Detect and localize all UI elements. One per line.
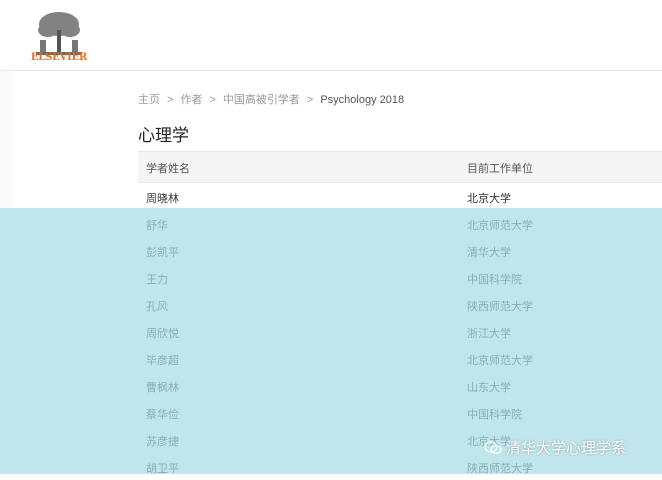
scholar-name[interactable]: 彭凯平 xyxy=(146,244,179,260)
column-header-name: 学者姓名 xyxy=(146,162,190,175)
breadcrumb-current: Psychology 2018 xyxy=(320,94,405,106)
scholar-affiliation: 浙江大学 xyxy=(467,327,511,340)
scholar-name[interactable]: 舒华 xyxy=(146,217,168,233)
scholar-name[interactable]: 毕彦超 xyxy=(146,352,179,368)
column-header-affiliation: 目前工作单位 xyxy=(467,162,533,175)
watermark-text: 清华大学心理学系 xyxy=(506,439,627,457)
breadcrumb-authors[interactable]: 作者 xyxy=(180,94,202,106)
breadcrumb-home[interactable]: 主页 xyxy=(138,94,160,106)
scholar-affiliation: 中国科学院 xyxy=(467,273,522,286)
scholar-affiliation: 清华大学 xyxy=(467,246,511,259)
scholar-affiliation: 北京大学 xyxy=(467,192,511,205)
breadcrumb-highly-cited[interactable]: 中国高被引学者 xyxy=(223,94,300,106)
breadcrumb-separator: > xyxy=(167,94,174,106)
site-header: ELSEVIER xyxy=(0,0,662,71)
breadcrumb-separator: > xyxy=(306,94,314,106)
wechat-icon xyxy=(484,441,502,455)
scholar-affiliation: 北京师范大学 xyxy=(467,219,533,232)
table-header: 学者姓名 目前工作单位 xyxy=(138,151,662,183)
scholar-affiliation: 中国科学院 xyxy=(467,408,522,421)
breadcrumb: 主页 > 作者 > 中国高被引学者 > Psychology 2018 xyxy=(138,91,404,107)
scholar-name[interactable]: 王力 xyxy=(146,271,168,287)
table-row: 蔡华俭 中国科学院 xyxy=(138,399,662,426)
scholar-name[interactable]: 孔风 xyxy=(146,298,168,314)
scholar-name[interactable]: 周欣悦 xyxy=(146,325,179,341)
table-row: 曹枫林 山东大学 xyxy=(138,372,662,399)
table-row: 毕彦超 北京师范大学 xyxy=(138,345,662,372)
table-row: 王力 中国科学院 xyxy=(138,264,662,291)
elsevier-wordmark: ELSEVIER xyxy=(30,52,88,63)
table-row: 周欣悦 浙江大学 xyxy=(138,318,662,345)
scholar-name[interactable]: 苏彦捷 xyxy=(146,433,179,449)
page-title: 心理学 xyxy=(138,126,189,146)
table-row: 彭凯平 清华大学 xyxy=(138,237,662,264)
table-row: 舒华 北京师范大学 xyxy=(138,210,662,237)
left-strip xyxy=(0,71,12,209)
scholar-name[interactable]: 曹枫林 xyxy=(146,379,179,395)
table-row: 孔风 陕西师范大学 xyxy=(138,291,662,318)
watermark: 清华大学心理学系 xyxy=(484,437,626,458)
scholar-table: 学者姓名 目前工作单位 周晓林 北京大学 舒华 北京师范大学 彭凯平 清华大学 王力 中国科学… xyxy=(138,151,662,480)
breadcrumb-separator: > xyxy=(209,94,216,106)
scholar-name[interactable]: 蔡华俭 xyxy=(146,406,179,422)
scholar-affiliation: 山东大学 xyxy=(467,381,511,394)
scholar-affiliation: 陕西师范大学 xyxy=(467,300,533,313)
scholar-name[interactable]: 周晓林 xyxy=(146,190,179,206)
table-body: 周晓林 北京大学 舒华 北京师范大学 彭凯平 清华大学 王力 中国科学院 孔风 陕西师范大学 周欣悦… xyxy=(138,183,662,480)
table-row: 周晓林 北京大学 xyxy=(138,183,662,210)
scholar-affiliation: 北京师范大学 xyxy=(467,354,533,367)
